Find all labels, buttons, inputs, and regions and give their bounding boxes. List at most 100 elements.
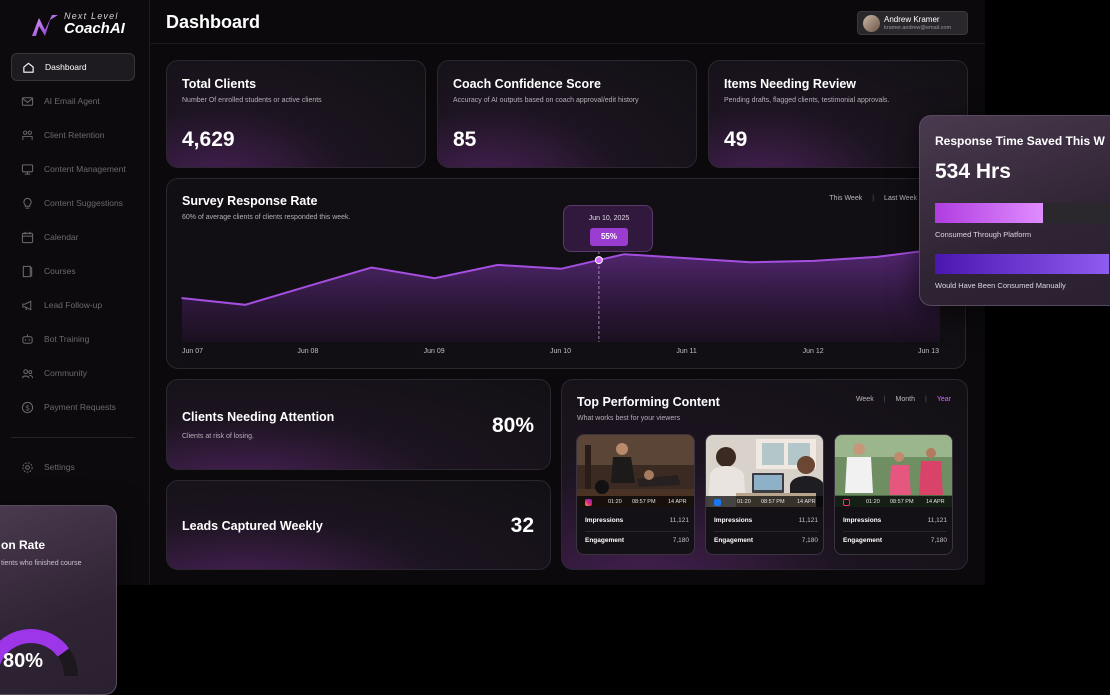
- survey-point[interactable]: [749, 261, 752, 263]
- kpi-value: 4,629: [182, 128, 235, 151]
- brand-name: CoachAI: [64, 20, 125, 37]
- sidebar-item-label: Courses: [44, 266, 76, 276]
- bulb-icon: [21, 197, 34, 210]
- chart-tooltip: Jun 10, 2025 55%: [563, 205, 653, 252]
- survey-point[interactable]: [181, 297, 183, 299]
- top-content-title: Top Performing Content: [577, 395, 720, 409]
- top-content-subtitle: What works best for your viewers: [577, 415, 681, 422]
- content-time: 08:57 PM: [761, 498, 785, 505]
- response-time-card: Response Time Saved This W 534 Hrs Consu…: [919, 115, 1110, 306]
- x-tick-label: Jun 13: [918, 348, 940, 355]
- x-tick-label: Jun 09: [423, 348, 445, 355]
- sidebar-item-bot-training[interactable]: Bot Training: [11, 325, 135, 353]
- megaphone-icon: [21, 299, 34, 312]
- facebook-icon: [714, 498, 721, 506]
- highlight-point[interactable]: [594, 256, 603, 265]
- survey-area: [182, 248, 940, 342]
- kpi-coach-confidence: Coach Confidence Score Accuracy of AI ou…: [437, 60, 697, 168]
- bot-icon: [21, 333, 34, 346]
- top-header: Dashboard Andrew Kramer kramer.andrew@em…: [150, 0, 985, 44]
- engagement-value: 7,180: [930, 537, 947, 544]
- kpi-subtitle: Number Of enrolled students or active cl…: [182, 97, 322, 104]
- instagram-icon: [585, 498, 592, 506]
- brand-logo[interactable]: Next Level CoachAI: [30, 10, 140, 40]
- survey-subtitle: 60% of average clients of clients respon…: [182, 214, 351, 221]
- completion-title: on Rate: [1, 538, 46, 552]
- survey-period-selector: This Week | Last Week: [829, 195, 917, 202]
- metric-divider: [585, 531, 689, 532]
- impressions-label: Impressions: [585, 517, 624, 524]
- kpi-title: Items Needing Review: [724, 77, 856, 91]
- sidebar-item-label: Content Management: [44, 164, 126, 174]
- survey-point[interactable]: [370, 266, 373, 269]
- period-this-week[interactable]: This Week: [829, 195, 862, 202]
- period-separator: |: [872, 195, 875, 202]
- leads-card: Leads Captured Weekly 32: [166, 480, 551, 570]
- survey-point[interactable]: [307, 285, 310, 287]
- engagement-label: Engagement: [843, 537, 883, 544]
- sidebar-item-community[interactable]: Community: [11, 359, 135, 387]
- sidebar-item-courses[interactable]: Courses: [11, 257, 135, 285]
- sidebar-item-lead-follow-up[interactable]: Lead Follow-up: [11, 291, 135, 319]
- clients-attention-card: Clients Needing Attention Clients at ris…: [166, 379, 551, 470]
- sidebar-item-settings[interactable]: Settings: [11, 453, 135, 481]
- content-meta-bar: 01:20 08:57 PM 14 APR: [835, 496, 952, 507]
- sidebar-settings: Settings: [11, 453, 135, 487]
- impressions-value: 11,121: [669, 517, 689, 524]
- completion-rate-card: on Rate tients who finished course 80%: [0, 505, 117, 695]
- sidebar-item-dashboard[interactable]: Dashboard: [11, 53, 135, 81]
- kpi-subtitle: Accuracy of AI outputs based on coach ap…: [453, 97, 639, 104]
- survey-title: Survey Response Rate: [182, 194, 318, 208]
- content-time: 08:57 PM: [632, 498, 656, 505]
- sidebar-item-client-retention[interactable]: Client Retention: [11, 121, 135, 149]
- platform-bar-label: Consumed Through Platform: [935, 230, 1032, 239]
- user-menu[interactable]: Andrew Kramer kramer.andrew@email.com: [857, 11, 968, 35]
- sidebar-item-calendar[interactable]: Calendar: [11, 223, 135, 251]
- clients-attention-title: Clients Needing Attention: [182, 410, 335, 424]
- engagement-label: Engagement: [714, 537, 754, 544]
- period-week[interactable]: Week: [856, 396, 874, 403]
- app-window: Next Level CoachAI Dashboard AI Email Ag…: [0, 0, 985, 585]
- sidebar-item-payment-requests[interactable]: $ Payment Requests: [11, 393, 135, 421]
- survey-point[interactable]: [623, 253, 625, 256]
- period-last-week[interactable]: Last Week: [884, 195, 917, 202]
- survey-point[interactable]: [876, 256, 878, 258]
- survey-point[interactable]: [560, 268, 562, 270]
- sidebar-item-ai-email-agent[interactable]: AI Email Agent: [11, 87, 135, 115]
- x-tick-label: Jun 08: [297, 348, 319, 355]
- period-month[interactable]: Month: [896, 396, 915, 403]
- sidebar-item-content-management[interactable]: Content Management: [11, 155, 135, 183]
- survey-point[interactable]: [244, 303, 246, 306]
- sidebar-item-label: Bot Training: [44, 334, 90, 344]
- content-tile[interactable]: 01:20 08:57 PM 14 APR Impressions 11,121…: [705, 434, 824, 555]
- mail-icon: [21, 95, 34, 108]
- period-separator: |: [883, 396, 886, 403]
- content-date: 14 APR: [797, 498, 816, 505]
- survey-point[interactable]: [433, 277, 436, 279]
- kpi-subtitle: Pending drafts, flagged clients, testimo…: [724, 97, 890, 104]
- home-icon: [22, 61, 35, 74]
- period-year[interactable]: Year: [937, 396, 951, 403]
- sidebar-item-content-suggestions[interactable]: Content Suggestions: [11, 189, 135, 217]
- clients-attention-value: 80%: [491, 414, 534, 437]
- x-tick-label: Jun 10: [550, 348, 572, 355]
- x-tick-label: Jun 11: [676, 348, 697, 355]
- survey-point[interactable]: [686, 257, 689, 260]
- content-time: 08:57 PM: [890, 498, 914, 505]
- sidebar-item-label: Settings: [44, 462, 75, 472]
- kpi-title: Coach Confidence Score: [453, 77, 601, 91]
- engagement-value: 7,180: [672, 537, 689, 544]
- sidebar-item-label: Payment Requests: [44, 402, 116, 412]
- sidebar-item-label: Lead Follow-up: [44, 300, 103, 310]
- content-tile[interactable]: 01:20 08:57 PM 14 APR Impressions 11,121…: [834, 434, 953, 555]
- content-tile[interactable]: 01:20 08:57 PM 14 APR Impressions 11,121…: [576, 434, 695, 555]
- sidebar-nav: Dashboard AI Email Agent Client Retentio…: [11, 53, 135, 427]
- dollar-icon: $: [21, 401, 34, 414]
- survey-point[interactable]: [497, 264, 499, 266]
- sidebar-item-label: Calendar: [44, 232, 79, 242]
- tiktok-icon: [843, 498, 850, 506]
- platform-bar-fill: [935, 203, 1043, 223]
- sidebar: Next Level CoachAI Dashboard AI Email Ag…: [0, 0, 150, 585]
- content-date: 14 APR: [668, 498, 687, 505]
- survey-point[interactable]: [812, 260, 815, 262]
